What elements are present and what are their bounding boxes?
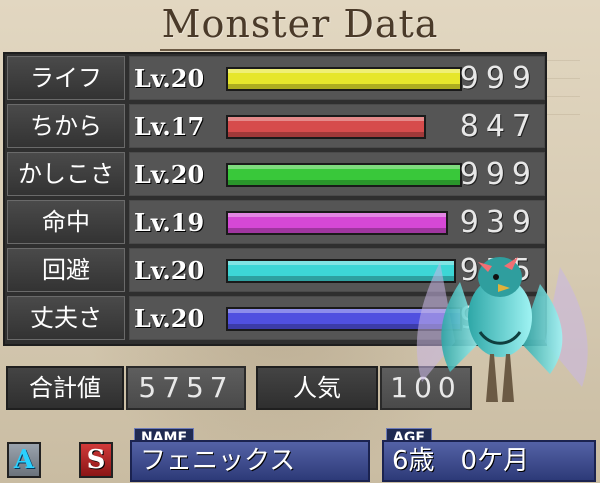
stat-body: Lv.20 999 <box>129 56 545 100</box>
phoenix-monster-icon <box>416 257 588 402</box>
stat-level: Lv.20 <box>134 304 205 333</box>
total-label-box: 合計値 <box>6 366 124 410</box>
total-label: 合計値 <box>29 374 101 402</box>
stat-value: 847 <box>459 109 538 144</box>
stat-row-life: ライフ Lv.20 999 <box>5 54 549 102</box>
stat-value: 999 <box>459 157 538 192</box>
rank-a-letter: A <box>13 445 35 475</box>
stat-level: Lv.17 <box>134 112 205 141</box>
stat-label: かしこさ <box>7 152 125 196</box>
stat-level: Lv.20 <box>134 256 205 285</box>
rank-s-icon[interactable]: S <box>79 442 113 478</box>
rank-a-icon[interactable]: A <box>7 442 41 478</box>
stat-body: Lv.17 847 <box>129 104 545 148</box>
stat-label: 丈夫さ <box>7 296 125 340</box>
total-value: 5757 <box>126 366 246 410</box>
stat-label: 回避 <box>7 248 125 292</box>
stat-bar <box>226 163 462 187</box>
stat-row-power: ちから Lv.17 847 <box>5 102 549 150</box>
stat-label: 命中 <box>7 200 125 244</box>
stat-bar <box>226 115 426 139</box>
page-title: Monster Data <box>161 2 439 46</box>
name-field: フェニックス <box>130 440 370 482</box>
stat-level: Lv.20 <box>134 64 205 93</box>
stat-label: ライフ <box>7 56 125 100</box>
stat-body: Lv.20 999 <box>129 152 545 196</box>
title-underline <box>160 49 460 51</box>
stat-bar-track <box>226 115 462 139</box>
stat-row-intelligence: かしこさ Lv.20 999 <box>5 150 549 198</box>
stat-level: Lv.19 <box>134 208 205 237</box>
popularity-label: 人気 <box>293 374 341 402</box>
stat-bar-track <box>226 163 462 187</box>
popularity-label-box: 人気 <box>256 366 378 410</box>
rank-s-letter: S <box>86 445 106 475</box>
stat-label: ちから <box>7 104 125 148</box>
stat-level: Lv.20 <box>134 160 205 189</box>
stat-value: 999 <box>459 61 538 96</box>
stat-bar-track <box>226 67 462 91</box>
stat-bar <box>226 67 462 91</box>
age-field: 6歳 0ケ月 <box>382 440 596 482</box>
